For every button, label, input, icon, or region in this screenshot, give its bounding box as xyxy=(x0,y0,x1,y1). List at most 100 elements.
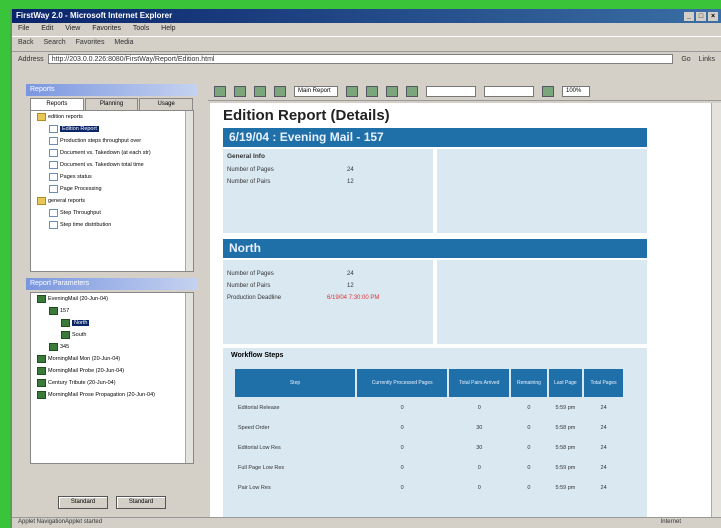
tree-item-label: Edition Report xyxy=(60,126,99,132)
tree-item[interactable]: Step time distribution xyxy=(31,219,193,231)
tree-item[interactable]: MorningMail Mon (20-Jun-04) xyxy=(31,353,193,365)
tree-item[interactable]: Pages status xyxy=(31,171,193,183)
standard-button-2[interactable]: Standard xyxy=(116,496,166,509)
report-scrollbar[interactable] xyxy=(711,103,721,517)
binoculars-icon[interactable] xyxy=(542,86,554,97)
column-header: Currently Processed Pages xyxy=(357,369,448,397)
close-icon[interactable]: × xyxy=(708,12,718,21)
tree-item-label: EveningMail (20-Jun-04) xyxy=(48,296,108,302)
folder-icon xyxy=(37,112,46,121)
title-bar: FirstWay 2.0 - Microsoft Internet Explor… xyxy=(12,9,721,23)
tree-item[interactable]: 157 xyxy=(31,305,193,317)
tree-item[interactable]: North xyxy=(31,317,193,329)
report-toolbar: Main Report 100% xyxy=(208,83,721,101)
tree-item-label: edition reports xyxy=(48,114,83,120)
next-page-icon[interactable] xyxy=(386,86,398,97)
table-cell: Pair Low Res xyxy=(238,485,271,491)
print-icon[interactable] xyxy=(274,86,286,97)
menu-edit[interactable]: Edit xyxy=(41,25,53,32)
report-view: Edition Report (Details) 6/19/04 : Eveni… xyxy=(210,103,721,517)
tree-item[interactable]: MorningMail Probe (20-Jun-04) xyxy=(31,365,193,377)
tree-item[interactable]: general reports xyxy=(31,195,193,207)
refresh-icon[interactable] xyxy=(214,86,226,97)
tree-item[interactable]: EveningMail (20-Jun-04) xyxy=(31,293,193,305)
tree-item-label: MorningMail Mon (20-Jun-04) xyxy=(48,356,121,362)
tree-item[interactable]: Edition Report xyxy=(31,123,193,135)
find-input[interactable] xyxy=(484,86,534,97)
table-cell: 24 xyxy=(600,445,607,451)
general-info-title: General Info xyxy=(227,153,265,160)
table-cell: 5:58 pm xyxy=(555,425,576,431)
tab-reports[interactable]: Reports xyxy=(30,98,84,110)
tree-icon[interactable] xyxy=(254,86,266,97)
table-cell: 0 xyxy=(527,465,531,471)
report-tabs: Reports Planning Usage xyxy=(26,96,198,110)
table-cell: 0 xyxy=(527,485,531,491)
last-page-icon[interactable] xyxy=(406,86,418,97)
left-button-row: Standard Standard xyxy=(26,496,198,509)
tree-item-label: MorningMail Probe (20-Jun-04) xyxy=(48,368,125,374)
table-cell: 24 xyxy=(600,485,607,491)
tree-item-label: Page Processing xyxy=(60,186,102,192)
browser-window: FirstWay 2.0 - Microsoft Internet Explor… xyxy=(10,9,721,528)
tree-item[interactable]: Page Processing xyxy=(31,183,193,195)
prev-page-icon[interactable] xyxy=(366,86,378,97)
menu-tools[interactable]: Tools xyxy=(133,25,149,32)
standard-button-1[interactable]: Standard xyxy=(58,496,108,509)
go-button[interactable]: Go xyxy=(681,56,690,63)
zone-info-box: Number of Pages 24 Number of Pairs 12 Prod… xyxy=(223,260,433,344)
tree-item[interactable]: Century Tribute (20-Jun-04) xyxy=(31,377,193,389)
export-icon[interactable] xyxy=(234,86,246,97)
tree-item[interactable]: South xyxy=(31,329,193,341)
params-tree-scrollbar[interactable] xyxy=(185,293,193,463)
address-input[interactable]: http://203.0.0.226:8080/FirstWay/Report/… xyxy=(47,54,674,64)
reports-tree-scrollbar[interactable] xyxy=(185,111,193,271)
tree-item[interactable]: MorningMail Prose Propagation (20-Jun-04… xyxy=(31,389,193,401)
tree-item[interactable]: 345 xyxy=(31,341,193,353)
links-button[interactable]: Links xyxy=(699,56,715,63)
tree-item[interactable]: Document vs. Takedown (at each str) xyxy=(31,147,193,159)
favorites-button[interactable]: Favorites xyxy=(76,39,105,46)
params-header: Report Parameters xyxy=(26,278,198,290)
minimize-icon[interactable]: _ xyxy=(684,12,694,21)
address-label: Address xyxy=(18,55,44,63)
search-button[interactable]: Search xyxy=(44,39,66,46)
zoom-select[interactable]: 100% xyxy=(562,86,590,97)
row-key: Number of Pages xyxy=(227,167,274,173)
table-row: Full Page Low Res 0 0 0 5:59 pm 24 xyxy=(235,459,623,477)
menu-file[interactable]: File xyxy=(18,25,29,32)
back-button[interactable]: Back xyxy=(18,39,34,46)
view-select[interactable]: Main Report xyxy=(294,86,338,97)
table-cell: 24 xyxy=(600,425,607,431)
tree-item-label: MorningMail Prose Propagation (20-Jun-04… xyxy=(48,392,155,398)
tree-item-label: 345 xyxy=(60,344,70,350)
tab-planning[interactable]: Planning xyxy=(84,98,139,110)
column-header: Last Page xyxy=(548,369,583,397)
table-cell: 0 xyxy=(527,445,531,451)
table-row: Speed Order 0 30 0 5:58 pm 24 xyxy=(235,419,623,437)
doc-icon xyxy=(49,172,58,181)
general-info-row: Number of Pages 24 xyxy=(227,164,429,176)
menu-help[interactable]: Help xyxy=(161,25,175,32)
maximize-icon[interactable]: □ xyxy=(696,12,706,21)
table-cell: 24 xyxy=(600,405,607,411)
tree-item[interactable]: Production steps throughput over xyxy=(31,135,193,147)
table-cell: Editorial Release xyxy=(238,405,280,411)
tree-item-label: North xyxy=(72,320,90,326)
menu-view[interactable]: View xyxy=(65,25,80,32)
page-input[interactable] xyxy=(426,86,476,97)
first-page-icon[interactable] xyxy=(346,86,358,97)
table-cell: 0 xyxy=(400,445,404,451)
tab-usage[interactable]: Usage xyxy=(139,98,194,110)
tree-item-label: Document vs. Takedown (at each str) xyxy=(60,150,151,156)
db-icon xyxy=(37,366,46,375)
tree-item[interactable]: Document vs. Takedown total time xyxy=(31,159,193,171)
tree-item-label: general reports xyxy=(48,198,85,204)
db-icon xyxy=(37,294,46,303)
left-panel: Reports Reports Planning Usage edition r… xyxy=(26,84,198,517)
table-row: Pair Low Res 0 0 0 5:59 pm 24 xyxy=(235,479,623,497)
media-button[interactable]: Media xyxy=(114,39,133,46)
menu-favorites[interactable]: Favorites xyxy=(92,25,121,32)
tree-item[interactable]: Step Throughput xyxy=(31,207,193,219)
tree-item[interactable]: edition reports xyxy=(31,111,193,123)
